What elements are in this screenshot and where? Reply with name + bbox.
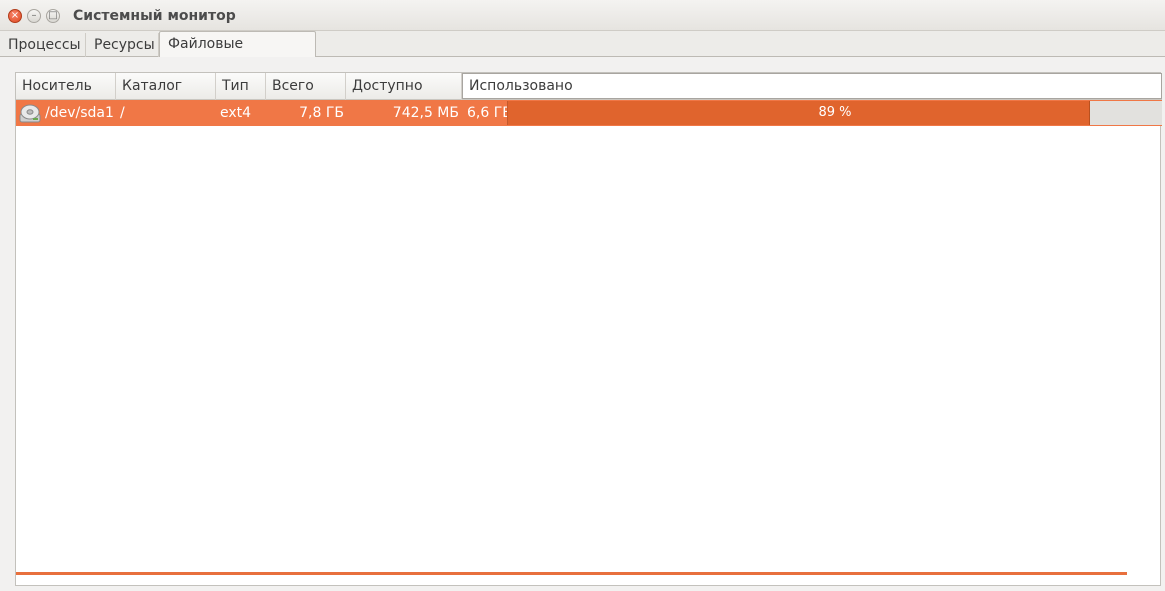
close-icon: ×: [10, 10, 20, 21]
minimize-icon: –: [31, 10, 37, 21]
tab-file-systems[interactable]: Файловые системы: [159, 31, 316, 76]
minimize-button[interactable]: –: [27, 9, 41, 23]
hard-disk-icon: [19, 103, 41, 123]
column-header-directory[interactable]: Каталог: [116, 73, 216, 100]
maximize-button[interactable]: □: [46, 9, 60, 23]
window-title: Системный монитор: [73, 8, 236, 24]
column-header-used[interactable]: Использовано: [462, 73, 1162, 99]
table-row[interactable]: /dev/sda1 / ext4 7,8 ГБ 742,5 МБ 6,6 ГБ …: [16, 100, 1162, 126]
column-header-total[interactable]: Всего: [266, 73, 346, 100]
close-button[interactable]: ×: [8, 9, 22, 23]
title-bar: × – □ Системный монитор: [0, 0, 1165, 31]
table-header: Носитель Каталог Тип Всего Доступно Испо…: [16, 73, 1162, 100]
column-header-type[interactable]: Тип: [216, 73, 266, 100]
filesystems-table[interactable]: Носитель Каталог Тип Всего Доступно Испо…: [15, 72, 1162, 586]
device-cell: /dev/sda1: [45, 105, 114, 121]
total-cell: 7,8 ГБ: [299, 105, 344, 121]
tab-resources[interactable]: Ресурсы: [86, 33, 159, 57]
tab-processes[interactable]: Процессы: [0, 33, 86, 57]
column-header-available[interactable]: Доступно: [346, 73, 462, 100]
directory-cell: /: [120, 105, 125, 121]
usage-percent-label: 89 %: [818, 105, 852, 120]
used-cell: 6,6 ГБ: [467, 105, 512, 121]
available-cell: 742,5 МБ: [392, 105, 459, 121]
type-cell: ext4: [220, 105, 252, 121]
maximize-icon: □: [48, 10, 58, 21]
tab-content: Носитель Каталог Тип Всего Доступно Испо…: [0, 57, 1165, 591]
tab-bar: Процессы Ресурсы Файловые системы: [0, 31, 1165, 76]
column-header-device[interactable]: Носитель: [16, 73, 116, 100]
horizontal-scrollbar[interactable]: [16, 572, 1127, 575]
usage-progress-bar: 89 %: [507, 101, 1162, 125]
